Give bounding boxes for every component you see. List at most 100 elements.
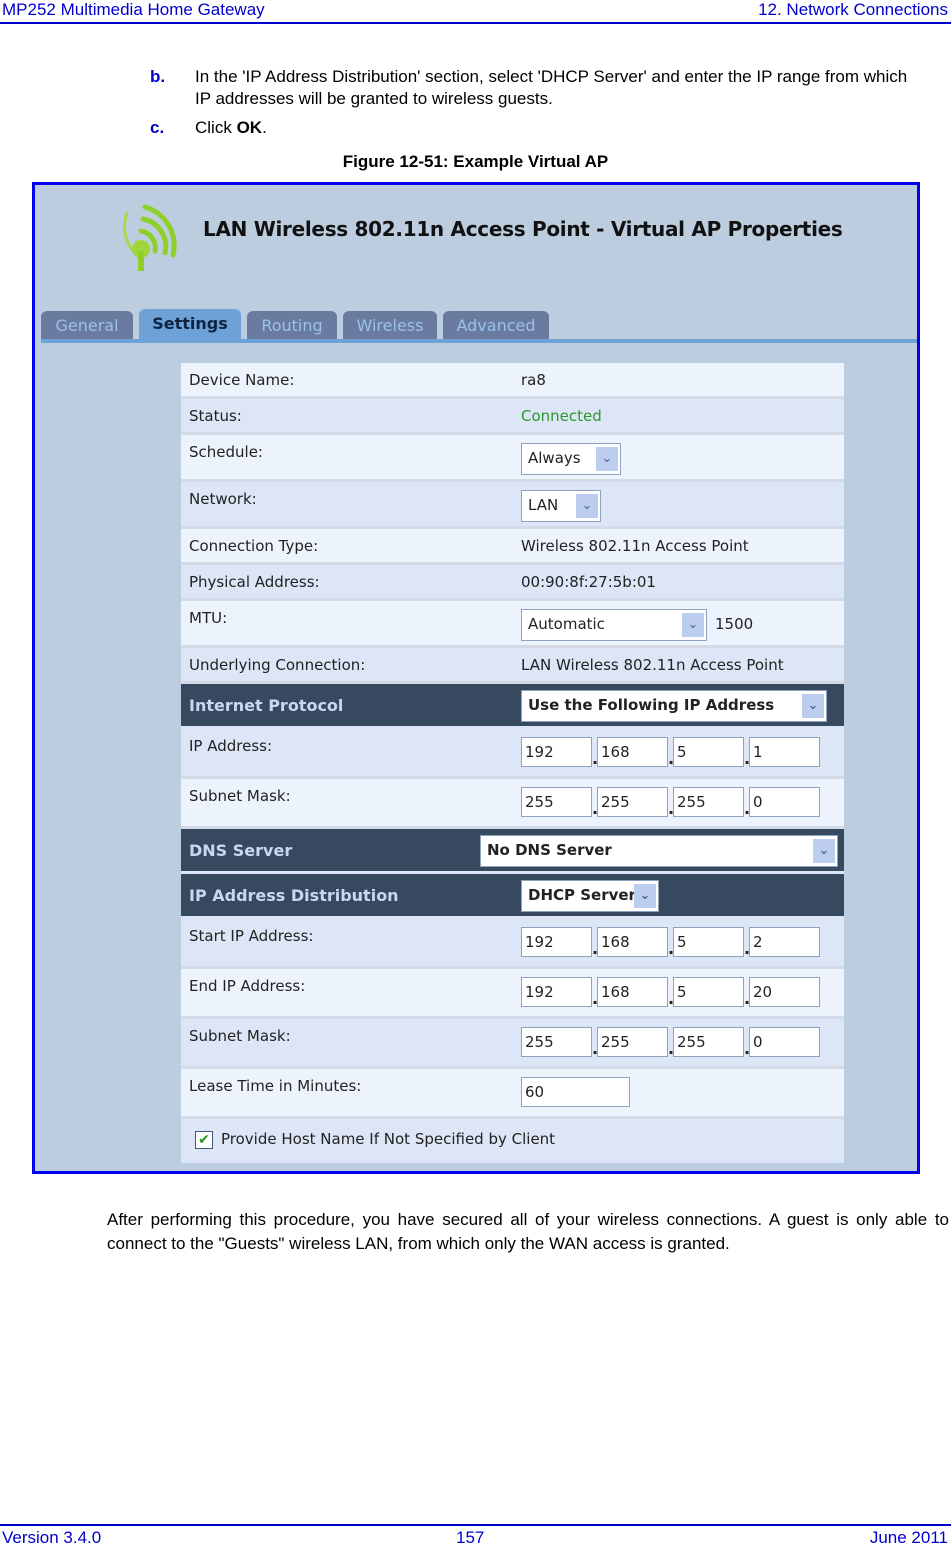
properties-form: Device Name: ra8 Status: Connected Sched… [181,363,844,1163]
dns-server-select[interactable]: No DNS Server ⌄ [480,835,838,867]
row-ip-address: IP Address: 192. 168. 5. 1 [181,729,844,779]
underlying-connection-value: LAN Wireless 802.11n Access Point [521,656,784,674]
row-subnet-mask: Subnet Mask: 255. 255. 255. 0 [181,779,844,829]
row-connection-type: Connection Type: Wireless 802.11n Access… [181,529,844,565]
step-text: In the 'IP Address Distribution' section… [195,67,908,108]
field-label: Physical Address: [189,573,320,591]
physical-address-value: 00:90:8f:27:5b:01 [521,573,656,591]
figure-caption: Figure 12-51: Example Virtual AP [342,152,609,171]
mtu-value: 1500 [715,615,754,633]
octet-2-input[interactable]: 255 [597,787,668,817]
octet-2-input[interactable]: 168 [597,737,668,767]
tab-wireless[interactable]: Wireless [343,311,437,339]
field-label: Subnet Mask: [189,1027,291,1045]
field-label: MTU: [189,609,228,627]
octet-2-input[interactable]: 168 [597,977,668,1007]
chevron-down-icon: ⌄ [634,884,656,908]
row-network: Network: LAN ⌄ [181,482,844,529]
step-letter: c. [150,118,165,137]
selected-value: Use the Following IP Address [528,696,775,714]
field-label: Underlying Connection: [189,656,366,674]
octet-3-input[interactable]: 255 [673,787,744,817]
schedule-select[interactable]: Always ⌄ [521,443,621,475]
octet-1-input[interactable]: 192 [521,977,592,1007]
ok-emphasis: OK [236,118,263,137]
lease-time-input[interactable]: 60 [521,1077,630,1107]
wireless-signal-icon [123,204,177,271]
tab-routing[interactable]: Routing [247,311,337,339]
checkbox-label: Provide Host Name If Not Specified by Cl… [221,1130,556,1148]
octet-1-input[interactable]: 192 [521,737,592,767]
start-ip-input: 192. 168. 5. 2 [521,927,821,958]
row-schedule: Schedule: Always ⌄ [181,435,844,482]
provide-host-name-checkbox[interactable]: ✔ [195,1131,213,1149]
tab-settings[interactable]: Settings [139,309,241,339]
section-dns-server: DNS Server No DNS Server ⌄ [181,829,844,874]
internet-protocol-select[interactable]: Use the Following IP Address ⌄ [521,690,827,722]
row-start-ip: Start IP Address: 192. 168. 5. 2 [181,919,844,969]
section-ip-distribution: IP Address Distribution DHCP Server ⌄ [181,874,844,919]
octet-3-input[interactable]: 5 [673,977,744,1007]
row-mtu: MTU: Automatic ⌄ 1500 [181,601,844,648]
connection-type-value: Wireless 802.11n Access Point [521,537,749,555]
step-letter: b. [150,67,166,86]
row-underlying-connection: Underlying Connection: LAN Wireless 802.… [181,648,844,684]
version-label: Version 3.4.0 [2,1528,102,1547]
section-title: DNS Server [189,841,293,860]
octet-3-input[interactable]: 255 [673,1027,744,1057]
field-label: Network: [189,490,257,508]
octet-1-input[interactable]: 255 [521,1027,592,1057]
selected-value: DHCP Server [528,886,636,904]
chevron-down-icon: ⌄ [813,839,835,863]
ip-address-input: 192. 168. 5. 1 [521,737,821,768]
tab-underline [41,339,917,343]
step-text-before: Click [195,118,237,137]
selected-value: No DNS Server [487,841,612,859]
field-label: Subnet Mask: [189,787,291,805]
row-status: Status: Connected [181,399,844,435]
figure-screenshot: LAN Wireless 802.11n Access Point - Virt… [32,182,920,1174]
octet-2-input[interactable]: 255 [597,1027,668,1057]
chevron-down-icon: ⌄ [802,694,824,718]
octet-3-input[interactable]: 5 [673,737,744,767]
octet-4-input[interactable]: 2 [749,927,820,957]
status-value: Connected [521,407,602,425]
network-select[interactable]: LAN ⌄ [521,490,601,522]
field-label: Schedule: [189,443,263,461]
octet-4-input[interactable]: 0 [749,787,820,817]
octet-4-input[interactable]: 1 [749,737,820,767]
octet-1-input[interactable]: 192 [521,927,592,957]
row-lease-time: Lease Time in Minutes: 60 [181,1069,844,1119]
field-label: Device Name: [189,371,295,389]
dhcp-subnet-mask-input: 255. 255. 255. 0 [521,1027,821,1058]
ip-distribution-select[interactable]: DHCP Server ⌄ [521,880,659,912]
selected-value: LAN [528,496,559,514]
field-label: IP Address: [189,737,273,755]
octet-4-input[interactable]: 20 [749,977,820,1007]
selected-value: Automatic [528,615,605,633]
field-label: Start IP Address: [189,927,314,945]
row-device-name: Device Name: ra8 [181,363,844,399]
section-internet-protocol: Internet Protocol Use the Following IP A… [181,684,844,729]
selected-value: Always [528,449,581,467]
mtu-select[interactable]: Automatic ⌄ [521,609,707,641]
body-paragraph: After performing this procedure, you hav… [107,1210,949,1253]
field-label: Connection Type: [189,537,319,555]
field-label: Status: [189,407,242,425]
chevron-down-icon: ⌄ [682,613,704,637]
step-text: Click OK. [195,117,915,139]
row-physical-address: Physical Address: 00:90:8f:27:5b:01 [181,565,844,601]
tab-advanced[interactable]: Advanced [443,311,549,339]
page-header: MP252 Multimedia Home Gateway 12. Networ… [0,0,951,24]
page-footer: Version 3.4.0 157 June 2011 [0,1524,951,1547]
screen-title: LAN Wireless 802.11n Access Point - Virt… [203,217,843,241]
chevron-down-icon: ⌄ [596,447,618,471]
section-title: Internet Protocol [189,696,344,715]
subnet-mask-input: 255. 255. 255. 0 [521,787,821,818]
octet-4-input[interactable]: 0 [749,1027,820,1057]
row-end-ip: End IP Address: 192. 168. 5. 20 [181,969,844,1019]
tab-general[interactable]: General [41,311,133,339]
octet-2-input[interactable]: 168 [597,927,668,957]
octet-3-input[interactable]: 5 [673,927,744,957]
octet-1-input[interactable]: 255 [521,787,592,817]
